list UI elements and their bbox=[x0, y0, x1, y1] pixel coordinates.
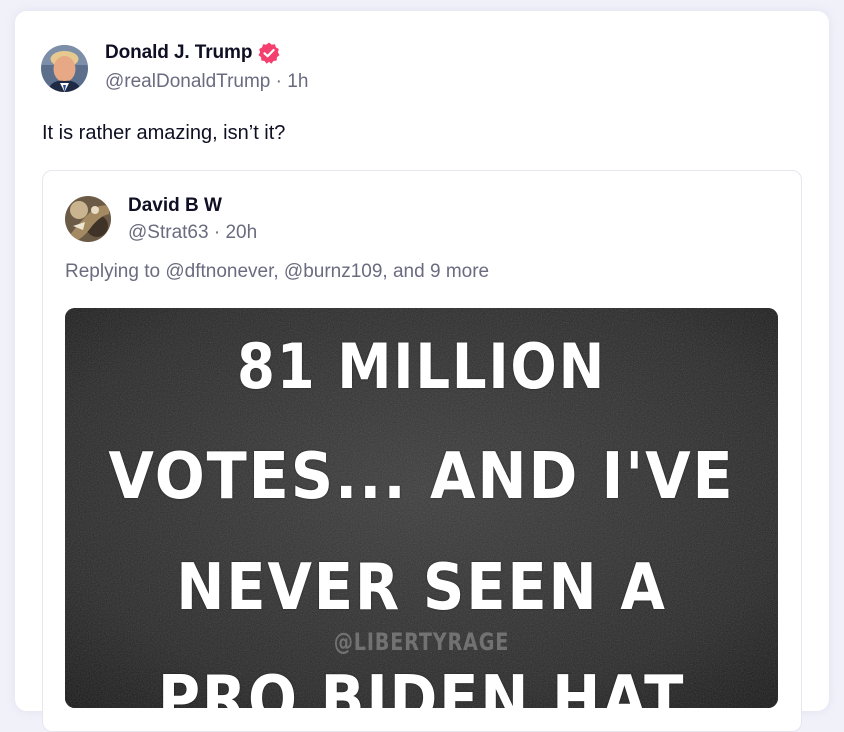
image-text-line-1: 81 MILLION bbox=[237, 330, 606, 403]
author-avatar[interactable] bbox=[41, 45, 88, 92]
author-name[interactable]: Donald J. Trump bbox=[105, 41, 281, 65]
quote-image[interactable]: 81 MILLION VOTES... AND I'VE NEVER SEEN … bbox=[65, 308, 778, 708]
verified-badge-icon bbox=[257, 41, 281, 65]
quoted-post[interactable]: David B W @Strat63 · 20h Replying to @df… bbox=[42, 170, 802, 732]
quote-author-meta: @Strat63 · 20h bbox=[128, 222, 257, 244]
author-name-text[interactable]: Donald J. Trump bbox=[105, 42, 252, 64]
author-handle[interactable]: @realDonaldTrump bbox=[105, 71, 270, 92]
quote-meta-separator: · bbox=[213, 222, 221, 243]
meta-separator: · bbox=[275, 71, 282, 92]
quote-author-avatar[interactable] bbox=[65, 196, 111, 242]
author-meta: @realDonaldTrump · 1h bbox=[105, 71, 308, 93]
quote-author-name[interactable]: David B W bbox=[128, 195, 222, 217]
post-card: Donald J. Trump @realDonaldTrump · 1h It… bbox=[15, 11, 829, 732]
image-text-line-3: NEVER SEEN A bbox=[176, 551, 667, 625]
post-text: It is rather amazing, isn’t it? bbox=[42, 122, 286, 144]
quote-author-handle[interactable]: @Strat63 bbox=[128, 222, 209, 243]
image-watermark: @LIBERTYRAGE bbox=[333, 628, 510, 656]
replying-to-text[interactable]: Replying to @dftnonever, @burnz109, and … bbox=[65, 261, 489, 283]
image-text-line-2: VOTES... AND I'VE bbox=[108, 440, 735, 514]
quote-timestamp[interactable]: 20h bbox=[225, 222, 257, 243]
post-timestamp[interactable]: 1h bbox=[287, 71, 308, 92]
